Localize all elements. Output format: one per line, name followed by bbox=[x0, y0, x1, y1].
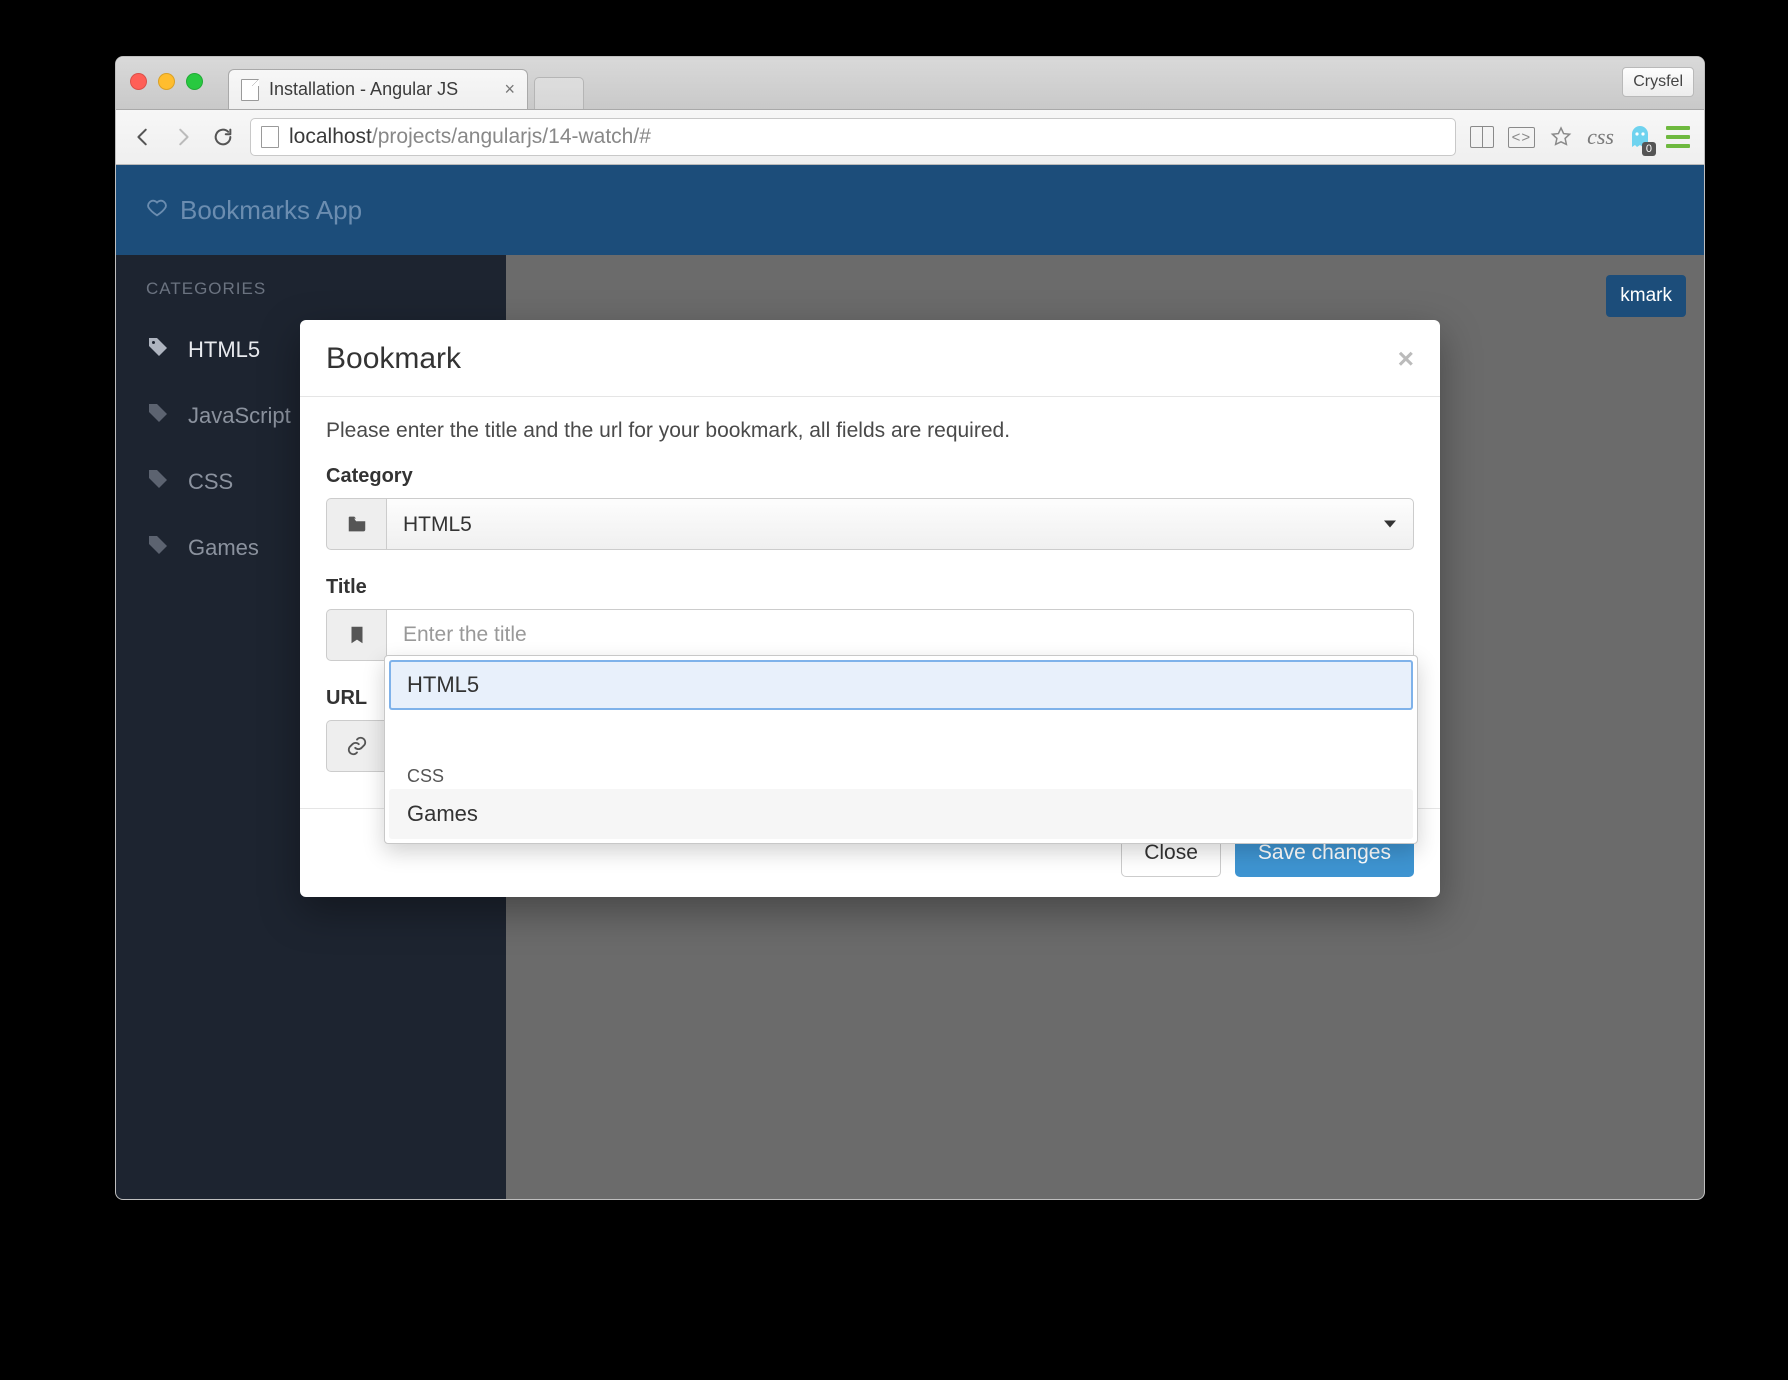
dropdown-option-label: HTML5 bbox=[407, 672, 479, 697]
profile-label: Crysfel bbox=[1633, 73, 1683, 91]
dropdown-option-html5[interactable]: HTML5 bbox=[389, 660, 1413, 710]
modal-instruction: Please enter the title and the url for y… bbox=[326, 419, 1414, 443]
new-bookmark-label: kmark bbox=[1620, 285, 1672, 306]
tab-title: Installation - Angular JS bbox=[269, 79, 458, 100]
page-icon bbox=[261, 126, 279, 148]
ghostery-badge: 0 bbox=[1642, 142, 1656, 156]
sidebar-item-label: CSS bbox=[188, 469, 233, 495]
window-close-button[interactable] bbox=[130, 73, 147, 90]
tag-icon bbox=[146, 467, 170, 497]
tag-icon bbox=[146, 335, 170, 365]
new-bookmark-button[interactable]: kmark bbox=[1606, 275, 1686, 317]
forward-button[interactable] bbox=[170, 124, 196, 150]
reload-button[interactable] bbox=[210, 124, 236, 150]
folder-icon bbox=[326, 498, 386, 550]
sidebar-item-label: Games bbox=[188, 535, 259, 561]
url-host: localhost bbox=[289, 125, 372, 148]
dropdown-option-games[interactable]: Games bbox=[389, 789, 1413, 839]
devtools-icon[interactable]: <> bbox=[1508, 127, 1536, 148]
category-dropdown-list: HTML5 CSS Games bbox=[384, 655, 1418, 844]
back-button[interactable] bbox=[130, 124, 156, 150]
heart-icon bbox=[146, 195, 168, 226]
close-icon[interactable]: × bbox=[1398, 343, 1414, 375]
dropdown-option-css[interactable]: CSS bbox=[389, 764, 1413, 789]
category-label: Category bbox=[326, 465, 1414, 488]
bookmark-star-icon[interactable] bbox=[1549, 125, 1573, 149]
traffic-lights bbox=[130, 73, 203, 90]
page-viewport: Bookmarks App CATEGORIES HTML5 JavaScrip… bbox=[116, 165, 1704, 1199]
window-zoom-button[interactable] bbox=[186, 73, 203, 90]
close-icon[interactable]: × bbox=[504, 79, 515, 100]
link-icon bbox=[326, 720, 386, 772]
modal-title: Bookmark bbox=[326, 342, 461, 376]
app-brand: Bookmarks App bbox=[180, 195, 362, 226]
sidebar-item-label: HTML5 bbox=[188, 337, 260, 363]
app-header: Bookmarks App bbox=[116, 165, 1704, 255]
browser-toolbar: localhost/projects/angularjs/14-watch/# … bbox=[116, 110, 1704, 165]
menu-icon[interactable] bbox=[1666, 126, 1690, 148]
sidebar-heading: CATEGORIES bbox=[116, 279, 506, 317]
browser-window: Installation - Angular JS × Crysfel loca… bbox=[115, 56, 1705, 1200]
profile-button[interactable]: Crysfel bbox=[1622, 67, 1694, 97]
modal-header: Bookmark × bbox=[300, 320, 1440, 397]
browser-tab[interactable]: Installation - Angular JS × bbox=[228, 69, 528, 109]
window-minimize-button[interactable] bbox=[158, 73, 175, 90]
close-button-label: Close bbox=[1144, 841, 1198, 865]
tab-strip: Installation - Angular JS × Crysfel bbox=[116, 57, 1704, 110]
file-icon bbox=[241, 79, 259, 101]
new-tab-button[interactable] bbox=[534, 77, 584, 109]
dropdown-option-label: Games bbox=[407, 801, 478, 826]
css-extension-icon[interactable]: css bbox=[1587, 124, 1614, 150]
tag-icon bbox=[146, 401, 170, 431]
tag-icon bbox=[146, 533, 170, 563]
ghostery-icon[interactable]: 0 bbox=[1628, 124, 1652, 150]
save-button-label: Save changes bbox=[1258, 841, 1391, 865]
extension-icons: <> css 0 bbox=[1470, 124, 1690, 150]
category-select[interactable]: HTML5 JavaScript CSS Games bbox=[386, 498, 1414, 550]
title-input[interactable] bbox=[386, 609, 1414, 661]
dropdown-option-label: CSS bbox=[407, 766, 444, 786]
devices-icon[interactable] bbox=[1470, 126, 1494, 148]
url-path: /projects/angularjs/14-watch/# bbox=[372, 125, 651, 148]
bookmark-icon bbox=[326, 609, 386, 661]
sidebar-item-label: JavaScript bbox=[188, 403, 291, 429]
address-bar[interactable]: localhost/projects/angularjs/14-watch/# bbox=[250, 118, 1456, 156]
title-label: Title bbox=[326, 576, 1414, 599]
category-input-group: HTML5 JavaScript CSS Games bbox=[326, 498, 1414, 550]
title-input-group bbox=[326, 609, 1414, 661]
